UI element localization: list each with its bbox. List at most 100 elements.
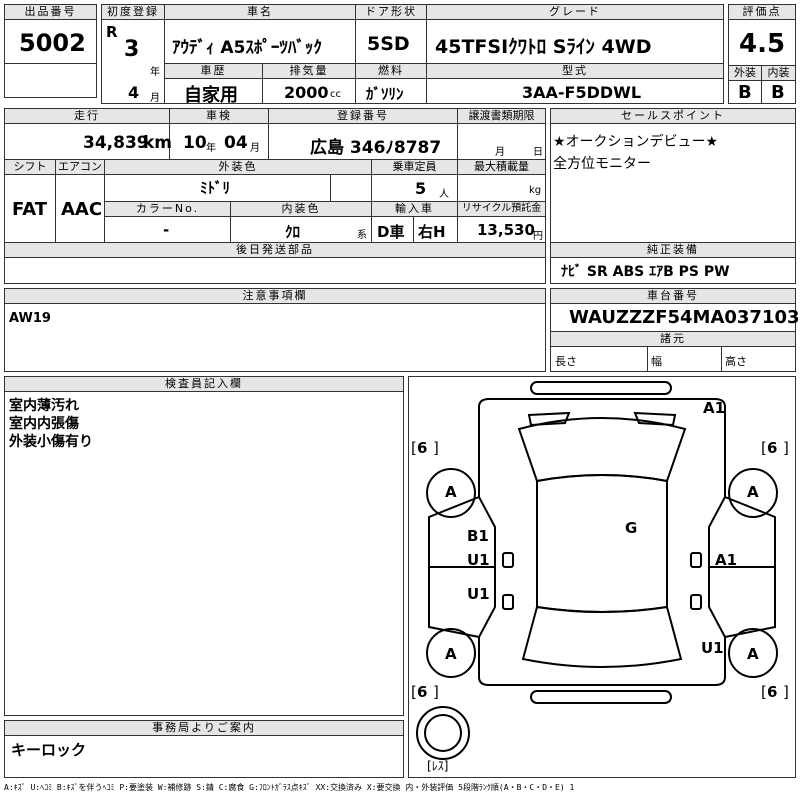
inspection-label: 車検	[170, 109, 268, 124]
plate-value: 広島 346ﾉ8787	[310, 138, 442, 158]
displacement-value: 2000	[284, 83, 329, 102]
int-color-value: ｸﾛ	[285, 223, 301, 241]
chassis-box: 車台番号 WAUZZZF54MA037103 諸元 長さ 幅 高さ	[550, 288, 800, 372]
recycle-unit: 円	[533, 231, 543, 242]
door-type: 5SD	[367, 33, 410, 55]
mark-a1-front: A1	[703, 399, 726, 417]
inspector-line-2: 室内内張傷	[9, 416, 79, 432]
shift-value: FAT	[12, 199, 48, 220]
tire-bracket-2: ]	[433, 439, 439, 457]
first-reg-label: 初度登録	[102, 5, 164, 20]
era-label: R	[106, 23, 118, 41]
transfer-label: 譲渡書類期限	[458, 109, 545, 124]
legend: A:ｷｽﾞ U:ﾍｺﾐ B:ｷｽﾞを伴うﾍｺﾐ P:要塗装 W:補修跡 S:錆 …	[4, 783, 575, 792]
color-no-label: カラーNo.	[105, 202, 230, 217]
tire-bracket-7: [	[761, 683, 767, 701]
int-score-label: 内装	[762, 66, 795, 81]
year-unit: 年	[150, 67, 160, 78]
car-name: ｱｳﾃﾞｨ A5ｽﾎﾟｰﾂﾊﾞｯｸ	[172, 38, 322, 58]
capacity-unit: 人	[439, 189, 449, 200]
dims-width: 幅	[651, 355, 662, 368]
office-box: 事務局よりご案内 キーロック	[4, 720, 404, 778]
history-label: 車歴	[165, 64, 262, 79]
sales-point-line-2: 全方位モニター	[553, 156, 651, 172]
fuel-label: 燃料	[356, 64, 426, 79]
first-reg-year: 3	[124, 37, 140, 62]
mileage-box: 走行 車検 登録番号 譲渡書類期限 34,839 km 10 年 04 月 広島…	[4, 108, 546, 284]
sales-point-line-1: ★オークションデビュー★	[553, 134, 719, 150]
transfer-day-unit: 日	[533, 147, 543, 158]
int-color-unit: 系	[357, 230, 367, 241]
max-load-unit: kg	[529, 185, 542, 196]
mileage-label: 走行	[5, 109, 169, 124]
score-label: 評価点	[729, 5, 795, 20]
fuel-value: ｶﾞｿﾘﾝ	[366, 85, 404, 103]
model-code-value: 3AA-F5DDWL	[522, 83, 642, 102]
model-code-label: 型式	[427, 64, 723, 79]
ext-color-value: ﾐﾄﾞﾘ	[200, 179, 231, 197]
car-outline	[416, 381, 778, 760]
score-box: 評価点 4.5 外装 内装 B B	[728, 4, 796, 104]
import-value-2: 右H	[418, 223, 446, 241]
capacity-label: 乗車定員	[372, 160, 457, 175]
tire-bracket-5: [	[411, 683, 417, 701]
tire-fl-depth: 6	[417, 439, 428, 457]
main-info-box: 初度登録 車名 ドア形状 グレード R 3 年 ｱｳﾃﾞｨ A5ｽﾎﾟｰﾂﾊﾞｯ…	[101, 4, 724, 106]
door-label: ドア形状	[356, 5, 426, 20]
tire-rr-depth: 6	[767, 683, 778, 701]
max-load-label: 最大積載量	[458, 160, 545, 175]
int-color-label: 内装色	[231, 202, 371, 217]
sales-point-box: セールスポイント ★オークションデビュー★ 全方位モニター 純正装備 ﾅﾋﾞ S…	[550, 108, 796, 284]
aircon-label: エアコン	[56, 160, 104, 175]
later-parts-label: 後日発送部品	[5, 243, 545, 258]
history-value: 自家用	[184, 85, 238, 106]
mark-g: G	[625, 519, 638, 537]
plate-label: 登録番号	[269, 109, 457, 124]
car-name-label: 車名	[165, 5, 355, 20]
chassis-value: WAUZZZF54MA037103	[569, 307, 800, 328]
tire-bracket-4: ]	[783, 439, 789, 457]
equipment-label: 純正装備	[551, 243, 795, 258]
aircon-value: AAC	[61, 199, 103, 220]
ext-color-label: 外装色	[105, 160, 371, 175]
displacement-unit: cc	[330, 89, 341, 100]
equipment-value: ﾅﾋﾞ SR ABS ｴｱB PS PW	[561, 264, 730, 280]
inspector-box: 検査員記入欄 室内薄汚れ 室内内張傷 外装小傷有り	[4, 376, 404, 716]
dims-height: 高さ	[725, 355, 747, 368]
tire-bracket-3: [	[761, 439, 767, 457]
capacity-value: 5	[415, 179, 427, 198]
mark-u1-left-front: U1	[467, 551, 490, 569]
inspector-line-1: 室内薄汚れ	[9, 398, 79, 414]
import-label: 輸入車	[372, 202, 457, 217]
transfer-month-unit: 月	[495, 147, 505, 158]
notes-label: 注意事項欄	[5, 289, 545, 304]
sales-point-label: セールスポイント	[551, 109, 795, 124]
mark-u1-right-rear: U1	[701, 639, 724, 657]
office-label: 事務局よりご案内	[5, 721, 403, 736]
month-unit: 月	[150, 93, 160, 104]
recycle-label: リサイクル預託金	[458, 202, 545, 217]
lot-box: 出品番号 5002	[4, 4, 97, 98]
mark-a1-right: A1	[715, 551, 738, 569]
dims-length: 長さ	[555, 355, 577, 368]
tire-bracket-8: ]	[783, 683, 789, 701]
mileage-value: 34,839	[83, 133, 149, 153]
tire-bracket-6: ]	[433, 683, 439, 701]
tire-bracket-1: [	[411, 439, 417, 457]
inspection-year-unit: 年	[206, 143, 216, 154]
mark-u1-left-rear: U1	[467, 585, 490, 603]
color-no-value: -	[163, 221, 170, 239]
wheel-fr-mark: A	[747, 483, 759, 501]
lot-number: 5002	[19, 29, 86, 57]
tire-rl-depth: 6	[417, 683, 428, 701]
wheel-fl-mark: A	[445, 483, 457, 501]
grade-value: 45TFSIｸﾜﾄﾛ Sﾗｲﾝ 4WD	[435, 36, 652, 58]
inspection-year: 10	[183, 133, 207, 153]
inspector-line-3: 外装小傷有り	[9, 434, 93, 450]
office-value: キーロック	[11, 741, 87, 759]
grade-label: グレード	[427, 5, 723, 20]
spare-label: [ﾚｽ]	[427, 759, 449, 773]
mark-b1: B1	[467, 527, 489, 545]
chassis-label: 車台番号	[551, 289, 795, 304]
ext-score-label: 外装	[729, 66, 761, 81]
